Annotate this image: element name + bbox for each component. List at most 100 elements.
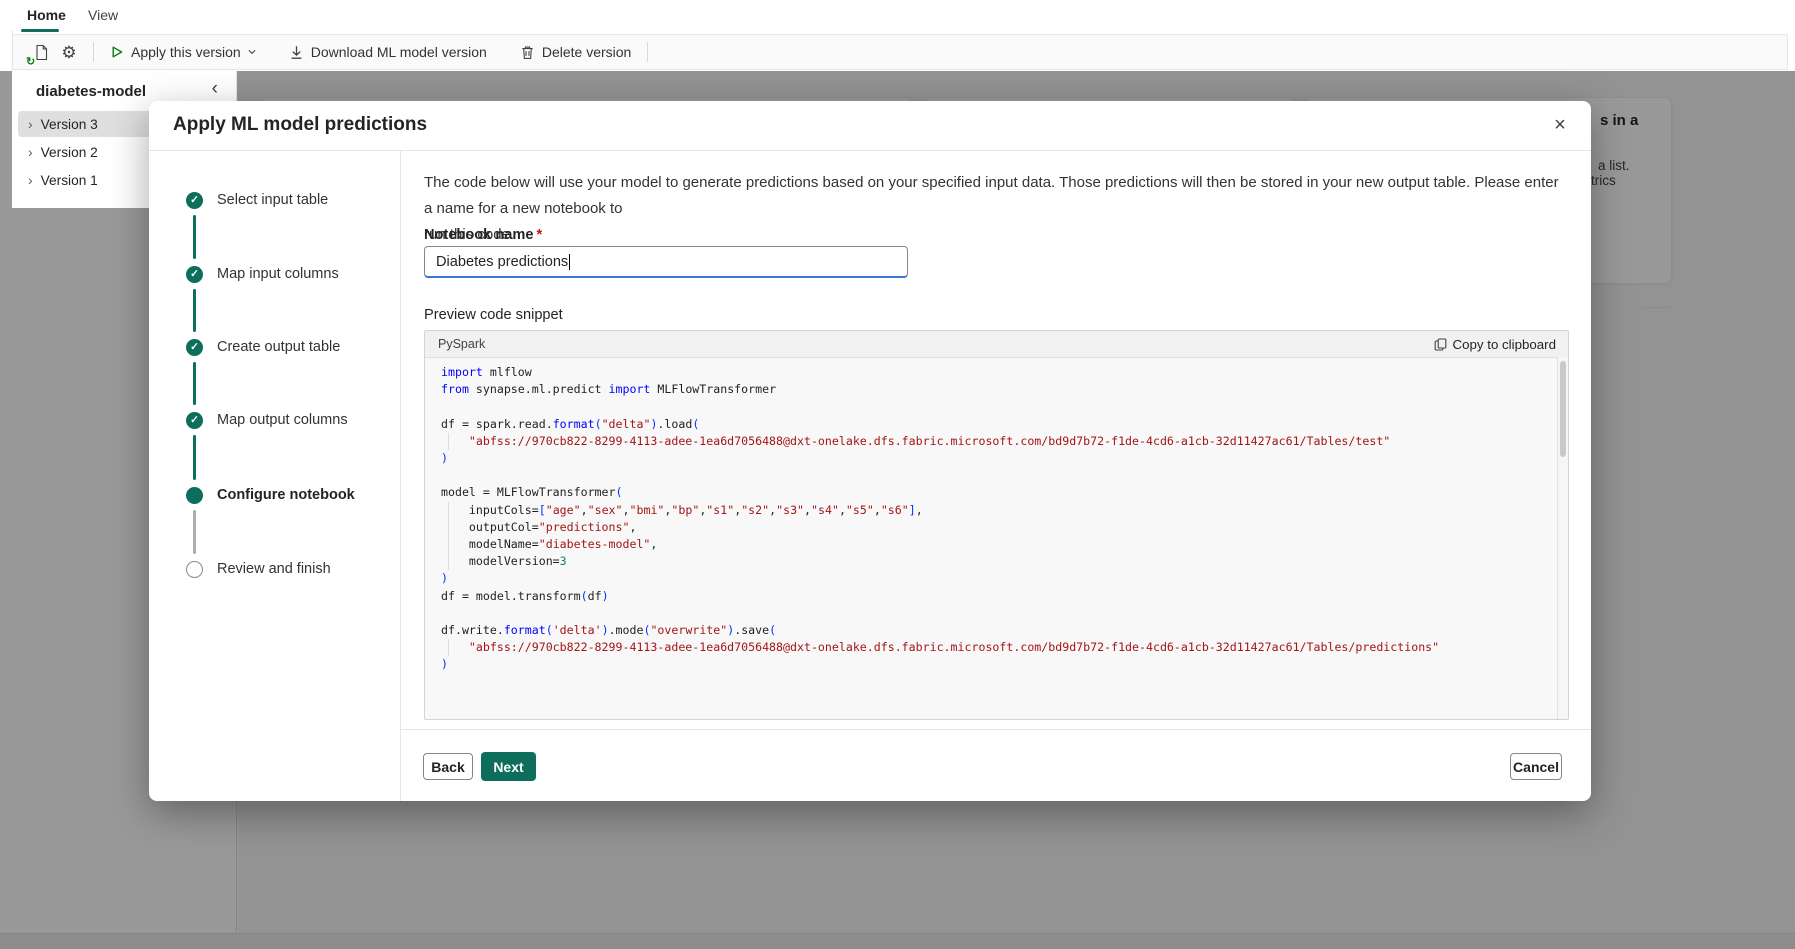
close-icon[interactable]: × [1546, 111, 1574, 139]
wizard-step-configure-notebook[interactable]: Configure notebook [186, 482, 355, 508]
step-label: Create output table [217, 339, 341, 355]
step-check-icon: ✓ [186, 265, 203, 283]
code-line: modelVersion=3 [441, 553, 1557, 571]
version-label: Version 1 [40, 172, 98, 188]
code-line: outputCol="predictions", [441, 518, 1557, 537]
step-label: Review and finish [217, 561, 331, 577]
apply-this-version-button[interactable]: Apply this version [104, 38, 262, 66]
code-line: ) [441, 657, 448, 672]
copy-to-clipboard-button[interactable]: Copy to clipboard [1434, 335, 1556, 353]
settings-button[interactable]: ⚙ [55, 38, 83, 66]
dialog-header: Apply ML model predictions × [149, 101, 1591, 151]
notebook-name-value: Diabetes predictions [436, 253, 569, 270]
tab-view[interactable]: View [88, 7, 118, 23]
toolbar-divider [272, 42, 273, 62]
new-model-version-button[interactable]: ↻ [26, 38, 55, 68]
stepper-connector [193, 289, 196, 332]
trash-icon [522, 46, 533, 59]
step-check-icon: ✓ [186, 191, 203, 209]
cancel-button[interactable]: Cancel [1510, 753, 1562, 780]
stepper-connector [193, 362, 196, 405]
preview-code-snippet-label: Preview code snippet [424, 307, 563, 323]
version-label: Version 2 [40, 144, 98, 160]
download-icon [291, 45, 302, 59]
delete-version-button[interactable]: Delete version [514, 38, 638, 66]
code-line: import mlflow [441, 365, 532, 379]
notebook-name-input[interactable]: Diabetes predictions [424, 246, 908, 278]
code-line: "abfss://970cb822-8299-4113-adee-1ea6d70… [441, 639, 1557, 657]
code-scrollbar-thumb[interactable] [1560, 361, 1566, 457]
code-line: from synapse.ml.predict import MLFlowTra… [441, 382, 777, 397]
stepper-connector [193, 510, 196, 554]
code-line: modelName="diabetes-model", [441, 536, 1557, 554]
copy-to-clipboard-label: Copy to clipboard [1452, 336, 1556, 352]
chevron-right-icon[interactable]: › [28, 173, 33, 187]
download-model-version-button[interactable]: Download ML model version [283, 38, 493, 66]
footer-divider [401, 729, 1591, 730]
chevron-right-icon[interactable]: › [28, 117, 33, 131]
app-window: Home View ↻ ⚙ Apply this version Downloa… [0, 0, 1795, 949]
code-line: df = spark.read.format("delta").load( [441, 416, 700, 431]
tab-home[interactable]: Home [27, 7, 66, 23]
code-snippet-header: PySpark Copy to clipboard [425, 331, 1568, 358]
step-label: Map output columns [217, 412, 348, 428]
active-tab-underline [21, 29, 59, 32]
model-name-title: diabetes-model [36, 83, 147, 100]
code-line: inputCols=["age","sex","bmi","bp","s1","… [441, 501, 1557, 519]
code-line: model = MLFlowTransformer( [441, 485, 623, 500]
wizard-stepper: ✓ Select input table ✓ Map input columns ✓ Cr… [149, 150, 401, 801]
step-circle-icon [186, 560, 203, 578]
code-snippet-block: PySpark Copy to clipboard import mlflow f… [424, 330, 1569, 720]
ribbon-tab-bar: Home View [0, 0, 1795, 33]
wizard-step-review-and-finish[interactable]: Review and finish [186, 556, 331, 582]
apply-ml-model-predictions-dialog: Apply ML model predictions × ✓ Select inp… [149, 101, 1591, 801]
notebook-name-label-text: Notebook name [424, 227, 534, 243]
stepper-connector [193, 435, 196, 480]
chevron-down-icon [248, 49, 256, 55]
code-line: ) [441, 451, 448, 466]
download-model-version-label: Download ML model version [310, 44, 487, 60]
notebook-name-label: Notebook name * [424, 227, 542, 243]
checkmark-icon: ✓ [190, 413, 199, 426]
wizard-step-map-input-columns[interactable]: ✓ Map input columns [186, 261, 339, 287]
dialog-description: The code below will use your model to ge… [424, 170, 1564, 248]
step-label: Select input table [217, 192, 329, 208]
checkmark-icon: ✓ [190, 193, 199, 206]
step-label: Map input columns [217, 266, 339, 282]
back-button[interactable]: Back [423, 753, 473, 780]
dialog-content: The code below will use your model to ge… [401, 150, 1591, 801]
step-check-icon: ✓ [186, 411, 203, 429]
toolbar-divider [647, 42, 649, 62]
step-label: Configure notebook [217, 487, 355, 503]
wizard-step-map-output-columns[interactable]: ✓ Map output columns [186, 407, 348, 433]
description-line-1: The code below will use your model to ge… [424, 174, 1559, 217]
collapse-panel-icon[interactable]: ‹ [212, 79, 218, 98]
stepper-connector [193, 215, 196, 259]
step-check-icon: ✓ [186, 338, 203, 356]
refresh-icon: ↻ [26, 56, 36, 68]
toolbar: ↻ ⚙ Apply this version Download ML model… [12, 34, 1788, 70]
next-button[interactable]: Next [481, 752, 536, 781]
dialog-title: Apply ML model predictions [173, 114, 428, 135]
wizard-step-select-input-table[interactable]: ✓ Select input table [186, 187, 328, 213]
text-cursor [569, 253, 571, 270]
chevron-right-icon[interactable]: › [28, 145, 33, 159]
code-line: df.write.format('delta').mode("overwrite… [441, 623, 777, 638]
code-scrollbar[interactable] [1557, 357, 1568, 719]
checkmark-icon: ✓ [190, 267, 199, 280]
checkmark-icon: ✓ [190, 340, 199, 353]
code-line: df = model.transform(df) [441, 588, 609, 603]
apply-this-version-label: Apply this version [131, 44, 241, 60]
delete-version-label: Delete version [541, 44, 632, 60]
toolbar-divider [503, 42, 504, 62]
version-label: Version 3 [40, 116, 98, 132]
code-language-label: PySpark [438, 337, 486, 351]
code-snippet-content: import mlflow from synapse.ml.predict imp… [425, 357, 1557, 719]
wizard-step-create-output-table[interactable]: ✓ Create output table [186, 334, 340, 360]
dialog-body: ✓ Select input table ✓ Map input columns ✓ Cr… [149, 150, 1591, 801]
toolbar-divider [93, 42, 94, 62]
code-line: "abfss://970cb822-8299-4113-adee-1ea6d70… [441, 432, 1557, 451]
